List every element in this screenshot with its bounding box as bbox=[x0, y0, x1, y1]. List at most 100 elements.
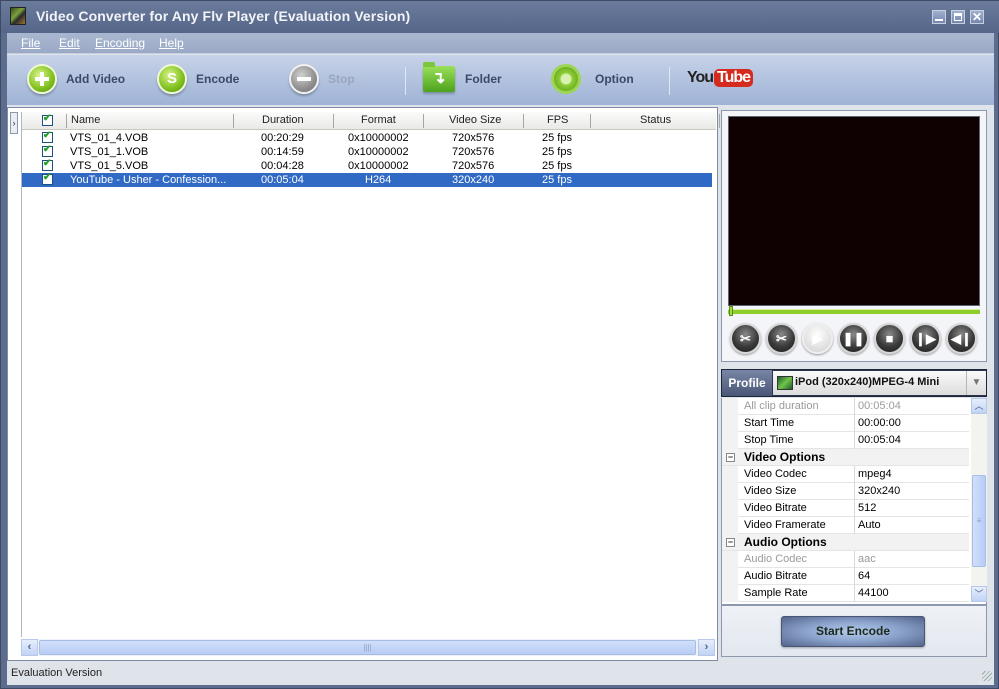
file-video-size: 720x576 bbox=[452, 146, 495, 158]
row-checkbox[interactable] bbox=[42, 158, 53, 171]
property-value[interactable]: 512 bbox=[858, 502, 876, 514]
stop-playback-button[interactable]: ■ bbox=[874, 323, 905, 354]
row-checkbox[interactable] bbox=[42, 172, 53, 185]
expand-panel-toggle[interactable]: › bbox=[10, 112, 18, 134]
next-frame-icon: ❙▶ bbox=[915, 331, 936, 346]
property-key: Audio Codec bbox=[744, 553, 807, 565]
property-row[interactable]: Audio Bitrate 64 bbox=[722, 568, 969, 585]
cut-end-button[interactable]: ✂ bbox=[766, 323, 797, 354]
file-list-header: Name Duration Format Video Size FPS Stat… bbox=[22, 112, 720, 130]
play-button[interactable]: ▶ bbox=[802, 323, 833, 354]
seek-slider[interactable] bbox=[728, 309, 980, 314]
property-value[interactable]: 44100 bbox=[858, 587, 889, 599]
menu-file[interactable]: File bbox=[21, 36, 40, 50]
property-value[interactable]: mpeg4 bbox=[858, 468, 892, 480]
column-name[interactable]: Name bbox=[71, 114, 100, 126]
property-category[interactable]: − Video Options bbox=[722, 449, 969, 466]
property-row[interactable]: Stop Time 00:05:04 bbox=[722, 432, 969, 449]
minimize-icon bbox=[935, 19, 943, 21]
property-key: Video Framerate bbox=[744, 519, 826, 531]
seek-slider-handle[interactable] bbox=[729, 306, 733, 316]
file-name: VTS_01_4.VOB bbox=[70, 132, 149, 144]
menu-encoding[interactable]: Encoding bbox=[95, 36, 145, 50]
column-video-size[interactable]: Video Size bbox=[449, 114, 501, 126]
property-value[interactable]: 00:05:04 bbox=[858, 434, 901, 446]
scroll-up-icon[interactable]: ︿ bbox=[971, 398, 987, 414]
vertical-scrollbar[interactable]: ︿ ≡ ﹀ bbox=[971, 398, 987, 602]
chevron-down-icon[interactable]: ▼ bbox=[966, 371, 986, 395]
property-category-label: Audio Options bbox=[744, 535, 827, 549]
title-bar[interactable]: Video Converter for Any Flv Player (Eval… bbox=[1, 1, 999, 33]
column-fps[interactable]: FPS bbox=[547, 114, 568, 126]
column-duration[interactable]: Duration bbox=[262, 114, 304, 126]
file-row[interactable]: VTS_01_5.VOB 00:04:28 0x10000002 720x576… bbox=[22, 158, 712, 173]
property-category[interactable]: − Audio Options bbox=[722, 534, 969, 551]
row-checkbox[interactable] bbox=[42, 130, 53, 143]
next-frame-button[interactable]: ❙▶ bbox=[910, 323, 941, 354]
property-row[interactable]: Video Size 320x240 bbox=[722, 483, 969, 500]
file-row-selected[interactable]: YouTube - Usher - Confession... 00:05:04… bbox=[22, 172, 712, 187]
select-all-checkbox[interactable] bbox=[42, 113, 53, 126]
add-video-button[interactable]: Add Video bbox=[27, 63, 125, 95]
menu-edit[interactable]: Edit bbox=[59, 36, 80, 50]
encode-panel: Start Encode bbox=[721, 605, 987, 657]
property-row[interactable]: Video Framerate Auto bbox=[722, 517, 969, 534]
property-value[interactable]: 64 bbox=[858, 570, 870, 582]
profile-select[interactable]: iPod (320x240)MPEG-4 Mini ▼ bbox=[773, 371, 986, 395]
client-area: File Edit Encoding Help Add Video S Enco… bbox=[7, 33, 994, 685]
property-value[interactable]: 320x240 bbox=[858, 485, 900, 497]
menu-help-label: Help bbox=[159, 36, 184, 50]
scrollbar-thumb[interactable]: |||| bbox=[39, 640, 696, 655]
option-button[interactable]: Option bbox=[551, 63, 634, 95]
pause-button[interactable]: ❚❚ bbox=[838, 323, 869, 354]
profile-label: Profile bbox=[722, 370, 772, 396]
property-row[interactable]: Video Bitrate 512 bbox=[722, 500, 969, 517]
folder-button[interactable]: ↴ Folder bbox=[423, 62, 502, 95]
property-row[interactable]: Start Time 00:00:00 bbox=[722, 415, 969, 432]
column-status[interactable]: Status bbox=[640, 114, 671, 126]
file-format: H264 bbox=[365, 174, 392, 186]
collapse-icon[interactable]: − bbox=[726, 538, 735, 547]
youtube-button[interactable]: You Tube bbox=[687, 69, 754, 87]
scrollbar-thumb[interactable]: ≡ bbox=[972, 475, 986, 567]
file-row[interactable]: VTS_01_1.VOB 00:14:59 0x10000002 720x576… bbox=[22, 144, 712, 159]
property-row[interactable]: Video Codec mpeg4 bbox=[722, 466, 969, 483]
option-label: Option bbox=[595, 72, 634, 86]
minimize-button[interactable] bbox=[932, 10, 946, 24]
stop-button[interactable]: Stop bbox=[289, 63, 355, 95]
app-icon bbox=[10, 7, 26, 25]
properties-grid: Sample Rate 44100 Audio Bitrate 64 Audio Cod… bbox=[721, 398, 987, 605]
start-encode-button[interactable]: Start Encode bbox=[781, 616, 925, 647]
play-icon: ▶ bbox=[812, 331, 823, 346]
pause-icon: ❚❚ bbox=[842, 331, 865, 346]
scroll-down-icon[interactable]: ﹀ bbox=[971, 586, 987, 602]
row-checkbox[interactable] bbox=[42, 144, 53, 157]
toolbar: Add Video S Encode Stop ↴ Folder Option … bbox=[7, 55, 994, 105]
scissors-icon: ✂ bbox=[776, 331, 787, 346]
window-title: Video Converter for Any Flv Player (Eval… bbox=[36, 8, 411, 24]
file-video-size: 720x576 bbox=[452, 132, 495, 144]
close-button[interactable]: ✕ bbox=[970, 10, 984, 24]
collapse-icon[interactable]: − bbox=[726, 453, 735, 462]
property-row[interactable]: Sample Rate 44100 bbox=[722, 585, 969, 602]
menu-help[interactable]: Help bbox=[159, 36, 184, 50]
file-name: VTS_01_5.VOB bbox=[70, 160, 149, 172]
property-key: Video Bitrate bbox=[744, 502, 807, 514]
property-value[interactable]: Auto bbox=[858, 519, 881, 531]
add-video-label: Add Video bbox=[66, 72, 126, 86]
resize-grip[interactable] bbox=[982, 671, 992, 681]
maximize-button[interactable] bbox=[951, 10, 965, 24]
youtube-logo-tube: Tube bbox=[714, 69, 754, 87]
column-format[interactable]: Format bbox=[361, 114, 396, 126]
encode-button[interactable]: S Encode bbox=[157, 63, 239, 95]
profile-bar: Profile iPod (320x240)MPEG-4 Mini ▼ bbox=[721, 369, 987, 397]
property-row: Audio Codec aac bbox=[722, 551, 969, 568]
scroll-right-icon[interactable]: › bbox=[698, 639, 715, 656]
scroll-left-icon[interactable]: ‹ bbox=[21, 639, 38, 656]
file-row[interactable]: VTS_01_4.VOB 00:20:29 0x10000002 720x576… bbox=[22, 130, 712, 145]
property-value[interactable]: 00:00:00 bbox=[858, 417, 901, 429]
file-fps: 25 fps bbox=[542, 160, 572, 172]
horizontal-scrollbar[interactable]: ‹ |||| › bbox=[21, 639, 715, 656]
previous-frame-button[interactable]: ◀❙ bbox=[946, 323, 977, 354]
cut-start-button[interactable]: ✂ bbox=[730, 323, 761, 354]
